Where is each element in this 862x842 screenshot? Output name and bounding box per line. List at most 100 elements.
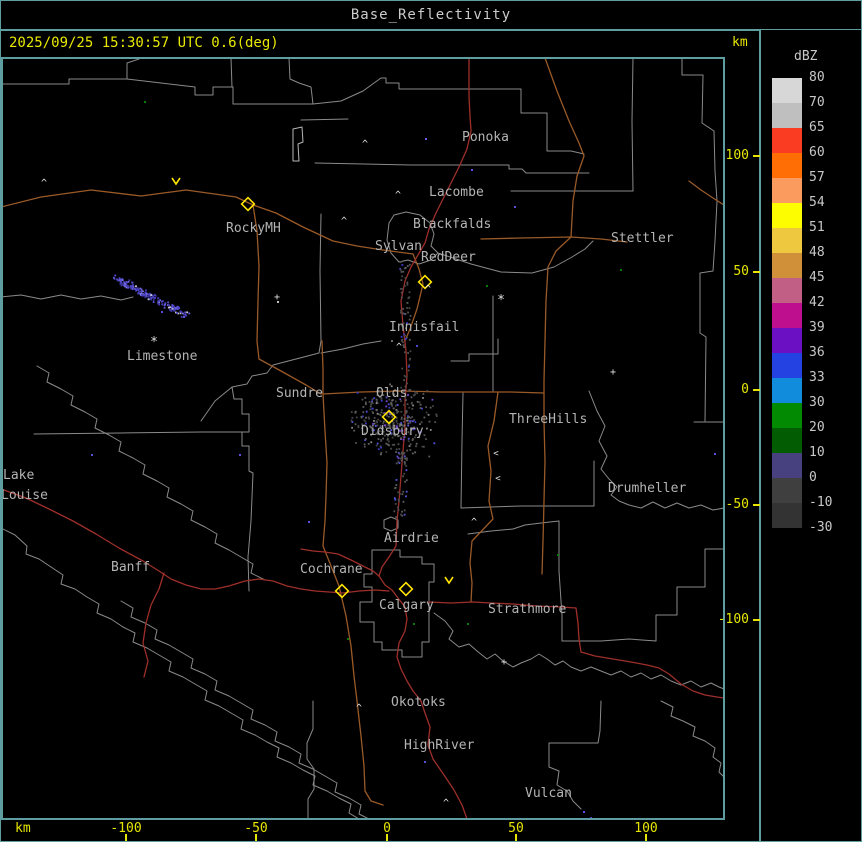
radar-map-canvas[interactable]: ^ ^ ^ ^ ^ ^ ^ ^ ^ < < * * + + + Ponoka Lacombe Blackfalds S…: [1, 1, 862, 842]
echo-speckle: [363, 445, 366, 448]
echo-speckle: [120, 281, 123, 284]
echo-dot: [471, 169, 473, 171]
echo-speckle: [400, 279, 403, 282]
echo-speckle: [429, 406, 432, 409]
secondary-highway-line: [469, 391, 499, 603]
echo-speckle: [113, 277, 116, 280]
right-axis-tick: [753, 389, 760, 391]
echo-speckle: [406, 265, 409, 267]
echo-speckle: [398, 492, 401, 495]
echo-speckle: [406, 307, 408, 309]
radar-site-diamond-icon: [334, 583, 350, 599]
county-boundary-line: [319, 213, 322, 342]
echo-speckle: [385, 442, 388, 445]
echo-speckle: [411, 407, 414, 410]
caret-marker-icon: ^: [443, 798, 449, 809]
echo-speckle: [428, 455, 431, 458]
echo-speckle: [403, 417, 406, 420]
city-label-innisfail: Innisfail: [389, 320, 459, 335]
echo-speckle: [376, 412, 379, 415]
radar-viewer-window: Base_Reflectivity 2025/09/25 15:30:57 UT…: [0, 0, 862, 842]
echo-speckle: [394, 503, 397, 505]
echo-speckle: [388, 444, 390, 447]
echo-speckle: [148, 293, 150, 296]
echo-speckle: [407, 440, 410, 443]
echo-speckle: [395, 479, 398, 481]
legend-color-block: [772, 478, 802, 503]
city-label-drumheller: Drumheller: [608, 481, 686, 496]
echo-dot: [239, 454, 241, 456]
echo-speckle: [385, 405, 388, 408]
secondary-highway-line: [480, 236, 628, 243]
echo-speckle: [385, 450, 388, 453]
right-axis-tick-label: 0: [741, 382, 749, 397]
echo-speckle: [362, 406, 365, 408]
echo-speckle: [364, 396, 367, 399]
echo-speckle: [364, 401, 367, 404]
echo-speckle: [403, 414, 406, 417]
caret-marker-icon: ^: [395, 190, 401, 201]
secondary-highway-line: [688, 180, 723, 206]
echo-speckle: [405, 490, 408, 493]
echo-speckle: [391, 405, 394, 407]
echo-speckle: [393, 443, 396, 446]
echo-speckle: [152, 299, 155, 301]
legend-color-block: [772, 153, 802, 178]
echo-speckle: [400, 418, 403, 421]
echo-speckle: [140, 288, 143, 291]
county-boundary-line: [33, 431, 245, 435]
echo-speckle: [360, 415, 363, 418]
echo-speckle: [350, 411, 353, 414]
plus-marker-icon: +: [501, 657, 507, 668]
echo-speckle: [186, 311, 189, 314]
echo-speckle: [403, 455, 406, 458]
legend-color-block: [772, 278, 802, 303]
map-layers: ^ ^ ^ ^ ^ ^ ^ ^ ^ < < * * + + + Ponoka Lacombe Blackfalds S…: [3, 59, 723, 818]
echo-speckle: [377, 448, 380, 451]
echo-speckle: [369, 405, 372, 408]
echo-speckle: [395, 448, 398, 451]
asterisk-marker-icon: *: [497, 293, 505, 308]
echo-speckle: [411, 439, 414, 442]
legend-color-block: [772, 403, 802, 428]
echo-speckle: [377, 418, 379, 421]
bottom-axis-tick: [125, 834, 127, 841]
echo-speckle: [121, 278, 124, 281]
echo-speckle: [395, 516, 398, 518]
city-label-airdrie: Airdrie: [384, 531, 439, 546]
echo-speckle: [157, 300, 160, 303]
echo-speckle: [131, 281, 134, 284]
echo-speckle: [362, 411, 365, 414]
echo-speckle: [407, 311, 409, 314]
legend-value-label: 48: [809, 245, 825, 260]
legend-value-label: 57: [809, 170, 825, 185]
legend-value-label: 65: [809, 120, 825, 135]
city-label-rockymh: RockyMH: [226, 221, 281, 236]
primary-highway-line: [428, 601, 723, 699]
echo-speckle: [397, 506, 399, 509]
legend-value-label: 33: [809, 370, 825, 385]
echo-speckle: [388, 440, 390, 443]
echo-speckle: [390, 447, 392, 450]
echo-speckle: [391, 416, 394, 418]
echo-speckle: [152, 296, 155, 299]
echo-dot: [590, 817, 592, 818]
legend-title: dBZ: [794, 49, 818, 64]
legend-color-block: [772, 128, 802, 153]
city-label-blackfalds: Blackfalds: [413, 217, 491, 232]
county-boundary-line: [383, 516, 399, 532]
city-label-banff: Banff: [111, 560, 150, 575]
echo-speckle: [400, 309, 402, 312]
echo-speckle: [135, 288, 138, 291]
echo-speckle: [404, 312, 407, 315]
echo-speckle: [406, 403, 409, 406]
echo-speckle: [423, 434, 426, 437]
asterisk-marker-icon: *: [150, 335, 158, 350]
echo-speckle: [168, 308, 171, 311]
echo-speckle: [396, 411, 399, 414]
echo-speckle: [408, 364, 411, 367]
echo-dot: [413, 623, 415, 625]
echo-speckle: [131, 286, 134, 289]
echo-speckle: [394, 486, 397, 489]
echo-speckle: [144, 291, 147, 294]
